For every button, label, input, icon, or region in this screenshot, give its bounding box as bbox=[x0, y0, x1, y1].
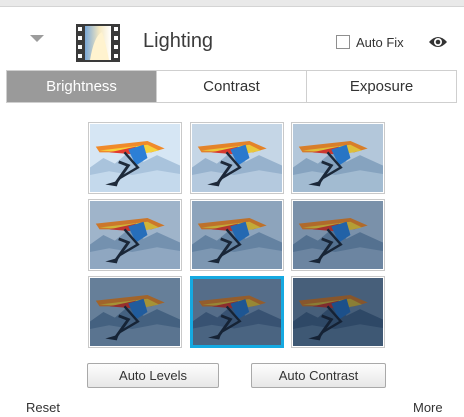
hang-glider-photo bbox=[192, 201, 282, 269]
panel-title: Lighting bbox=[143, 30, 214, 52]
panel-top-divider bbox=[0, 0, 464, 7]
auto-fix-checkbox[interactable] bbox=[336, 35, 350, 49]
auto-contrast-button[interactable]: Auto Contrast bbox=[251, 363, 386, 388]
auto-levels-button[interactable]: Auto Levels bbox=[87, 363, 219, 388]
hang-glider-photo bbox=[293, 201, 383, 269]
brightness-thumbnail-1[interactable] bbox=[88, 122, 182, 194]
hang-glider-photo bbox=[293, 278, 383, 346]
brightness-thumbnail-9[interactable] bbox=[291, 276, 385, 348]
brightness-thumbnail-8[interactable] bbox=[190, 276, 284, 348]
hang-glider-photo bbox=[293, 124, 383, 192]
lighting-filmstrip-icon bbox=[76, 24, 120, 62]
more-button[interactable]: More bbox=[413, 400, 443, 415]
brightness-thumbnail-4[interactable] bbox=[88, 199, 182, 271]
brightness-thumbnail-6[interactable] bbox=[291, 199, 385, 271]
hang-glider-photo bbox=[192, 124, 282, 192]
hang-glider-photo bbox=[90, 201, 180, 269]
auto-fix-toggle[interactable]: Auto Fix bbox=[336, 32, 404, 52]
brightness-thumbnail-2[interactable] bbox=[190, 122, 284, 194]
brightness-thumbnail-3[interactable] bbox=[291, 122, 385, 194]
brightness-thumbnail-7[interactable] bbox=[88, 276, 182, 348]
tab-brightness[interactable]: Brightness bbox=[7, 71, 157, 102]
hang-glider-photo bbox=[90, 124, 180, 192]
tab-exposure[interactable]: Exposure bbox=[307, 71, 456, 102]
brightness-preview-grid bbox=[88, 122, 386, 350]
lighting-panel-header: Lighting Auto Fix bbox=[0, 7, 464, 71]
reset-button[interactable]: Reset bbox=[26, 400, 60, 415]
hang-glider-photo bbox=[193, 279, 281, 345]
auto-fix-label: Auto Fix bbox=[356, 34, 404, 50]
eye-icon[interactable] bbox=[428, 34, 448, 50]
brightness-thumbnail-5[interactable] bbox=[190, 199, 284, 271]
tab-contrast[interactable]: Contrast bbox=[157, 71, 307, 102]
lighting-tabs: Brightness Contrast Exposure bbox=[6, 70, 457, 103]
hang-glider-photo bbox=[90, 278, 180, 346]
chevron-down-icon[interactable] bbox=[30, 35, 44, 42]
